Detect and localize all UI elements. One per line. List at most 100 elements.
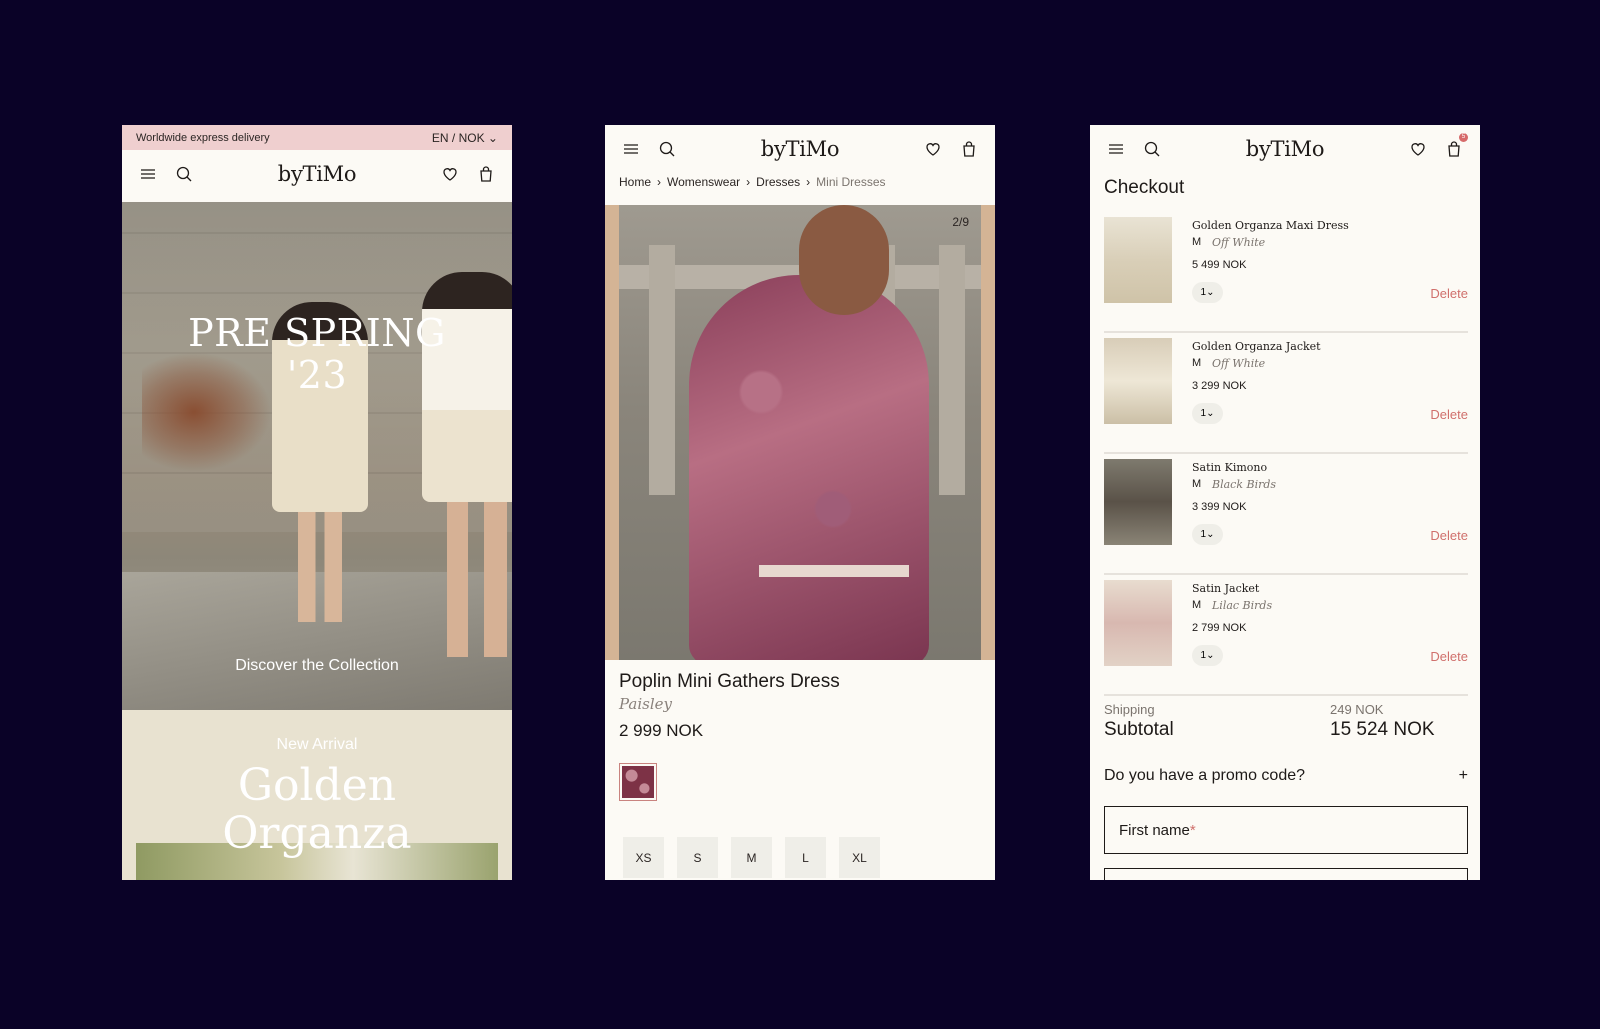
size-option-l[interactable]: L [785,837,826,878]
breadcrumb-separator-icon: › [806,175,811,189]
cart-item-name[interactable]: Golden Organza Jacket [1192,340,1321,353]
cart-item-price: 2 799 NOK [1192,622,1247,634]
new-arrival-title-line2: Organza [222,808,412,859]
cart-item-name[interactable]: Satin Jacket [1192,582,1259,595]
cart-item-size: M [1192,357,1202,369]
cart-item-color: Black Birds [1212,478,1277,491]
cart-item-name[interactable]: Golden Organza Maxi Dress [1192,219,1349,232]
image-dress [689,275,929,660]
shopping-bag-icon[interactable] [474,162,498,186]
page-title: Checkout [1104,177,1185,198]
size-selector: XS S M L XL [623,837,880,878]
hero-model-2-legs [447,497,507,657]
cart-item-name[interactable]: Satin Kimono [1192,461,1267,474]
cart-item-color: Lilac Birds [1212,599,1273,612]
size-option-xs[interactable]: XS [623,837,664,878]
new-arrival-title-line1: Golden [237,760,397,811]
shopping-bag-icon[interactable]: 5 [1442,133,1468,161]
search-icon[interactable] [172,162,196,186]
chevron-down-icon: ⌄ [1206,408,1215,419]
image-model-head [799,205,889,315]
chevron-down-icon: ⌄ [1206,650,1215,661]
quantity-dropdown[interactable]: 1 ⌄ [1192,524,1223,545]
product-variant: Paisley [619,695,673,713]
cart-item-size: M [1192,478,1202,490]
new-arrival-section[interactable]: New Arrival Golden Organza [122,710,512,880]
promo-bar-text: Worldwide express delivery [136,131,270,144]
cart-item-color: Off White [1212,236,1266,249]
menu-icon[interactable] [1104,137,1128,161]
menu-icon[interactable] [619,137,643,161]
home-screen: Worldwide express delivery EN / NOK ⌄ by… [122,125,512,880]
hero-model-1-legs [298,502,342,622]
top-nav: byTiMo [122,150,512,198]
product-image [619,205,981,660]
wishlist-heart-icon[interactable] [438,162,462,186]
quantity-dropdown[interactable]: 1 ⌄ [1192,282,1223,303]
cart-count-badge: 5 [1459,133,1468,142]
cart-item-thumbnail[interactable] [1104,580,1172,666]
quantity-dropdown[interactable]: 1 ⌄ [1192,645,1223,666]
cart-item-size: M [1192,236,1202,248]
totals-values: 249 NOK 15 524 NOK [1330,702,1435,741]
cart-item-price: 5 499 NOK [1192,259,1247,271]
breadcrumb-current: Mini Dresses [816,175,886,189]
delete-item-button[interactable]: Delete [1430,528,1468,543]
product-price: 2 999 NOK [619,721,704,740]
first-name-field[interactable]: First name * [1104,806,1468,854]
breadcrumb-home[interactable]: Home [619,175,651,189]
chevron-down-icon: ⌄ [1206,287,1215,298]
promo-code-toggle[interactable]: Do you have a promo code? + [1104,767,1468,785]
breadcrumb-dresses[interactable]: Dresses [756,175,800,189]
menu-icon[interactable] [136,162,160,186]
cart-item-thumbnail[interactable] [1104,459,1172,545]
product-name: Poplin Mini Gathers Dress [619,671,840,692]
swatch-fill [622,766,654,798]
totals-labels: Shipping Subtotal [1104,702,1174,741]
discover-collection-link[interactable]: Discover the Collection [122,657,512,675]
image-pillar [649,245,675,495]
new-arrival-title: Golden Organza [122,762,512,858]
subtotal-label: Subtotal [1104,719,1174,740]
search-icon[interactable] [655,137,679,161]
cart-item-thumbnail[interactable] [1104,338,1172,424]
image-counter: 2/9 [952,215,969,229]
hero-banner[interactable]: PRE SPRING '23 Discover the Collection [122,202,512,710]
image-lace [759,565,909,577]
cart-item-thumbnail[interactable] [1104,217,1172,303]
size-option-m[interactable]: M [731,837,772,878]
breadcrumb-womenswear[interactable]: Womenswear [667,175,740,189]
cart-item-price: 3 399 NOK [1192,501,1247,513]
size-option-s[interactable]: S [677,837,718,878]
required-marker: * [1189,821,1196,839]
delete-item-button[interactable]: Delete [1430,286,1468,301]
breadcrumb-separator-icon: › [657,175,662,189]
plus-icon: + [1458,767,1468,784]
product-image-gallery[interactable]: 2/9 [605,205,995,660]
shopping-bag-icon[interactable] [957,137,981,161]
delete-item-button[interactable]: Delete [1430,407,1468,422]
chevron-down-icon: ⌄ [1206,529,1215,540]
new-arrival-kicker: New Arrival [276,736,358,753]
locale-selector[interactable]: EN / NOK ⌄ [432,131,498,145]
wishlist-heart-icon[interactable] [921,137,945,161]
wishlist-heart-icon[interactable] [1406,137,1430,161]
delete-item-button[interactable]: Delete [1430,649,1468,664]
cart-item: Satin Kimono M Black Birds 3 399 NOK 1 ⌄ … [1104,459,1468,575]
size-option-xl[interactable]: XL [839,837,880,878]
top-nav: byTiMo 5 [1090,125,1480,173]
hero-title-line1: PRE SPRING [188,311,446,355]
breadcrumb: Home › Womenswear › Dresses › Mini Dress… [619,175,886,189]
quantity-dropdown[interactable]: 1 ⌄ [1192,403,1223,424]
top-nav: byTiMo [605,125,995,173]
cart-item-color: Off White [1212,357,1266,370]
breadcrumb-separator-icon: › [746,175,751,189]
search-icon[interactable] [1140,137,1164,161]
shipping-value: 249 NOK [1330,702,1384,717]
promo-bar: Worldwide express delivery EN / NOK ⌄ [122,125,512,150]
subtotal-value: 15 524 NOK [1330,719,1435,740]
color-swatch-paisley[interactable] [619,763,657,801]
hero-title: PRE SPRING '23 [122,312,512,396]
next-input-field[interactable] [1104,868,1468,880]
promo-code-label: Do you have a promo code? [1104,767,1306,784]
